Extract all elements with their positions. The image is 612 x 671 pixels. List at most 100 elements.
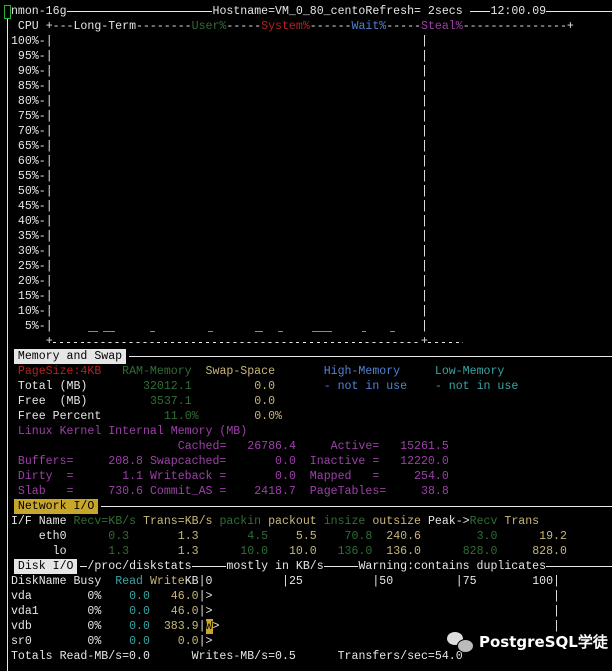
chart-border (421, 274, 428, 289)
cpu-chart-row: 90%- (0, 64, 612, 79)
disk-bar: |> (198, 635, 213, 648)
y-tick-label: 45%- (17, 200, 46, 213)
chart-border (46, 259, 53, 274)
col-header: I/F Name (10, 515, 67, 528)
chart-border (46, 94, 53, 109)
network-row: lo 1.3 1.3 10.0 10.0 136.0 136.0 828.0 8… (0, 544, 612, 559)
y-tick-label: 65%- (17, 140, 46, 153)
network-section-title[interactable]: Network I/O (13, 499, 99, 514)
high-memory-header: High-Memory (323, 365, 401, 378)
totals-writes: Writes-MB/s=0.5 (191, 650, 296, 663)
cpu-chart-row: 15%- (0, 289, 612, 304)
y-tick-label: 30%- (17, 245, 46, 258)
watermark-text: PostgreSQL学徒 (479, 633, 608, 651)
cpu-usage-mark (255, 331, 263, 332)
chart-border (46, 199, 53, 214)
row-label: Free (MB) (17, 395, 88, 408)
recv: 1.3 (108, 545, 130, 558)
col-header: KB|0 (184, 575, 213, 588)
legend-sep: ----- (386, 20, 421, 33)
chart-border (46, 109, 53, 124)
y-tick-label: 85%- (17, 80, 46, 93)
disk-busy: 0% (87, 635, 102, 648)
memory-section-header: Memory and Swap (0, 349, 612, 364)
chart-border (46, 64, 53, 79)
kernel-row: Cached= 26786.4 Active= 15261.5 (0, 439, 612, 454)
chart-border (421, 199, 428, 214)
network-headers: I/F Name Recv=KB/s Trans=KB/s packin pac… (0, 514, 612, 529)
chart-border (46, 289, 53, 304)
kernel-row: Dirty = 1.1 Writeback = 0.0 Mapped = 254… (0, 469, 612, 484)
watermark: PostgreSQL学徒 (447, 631, 608, 653)
cpu-chart-bottom-axis (0, 334, 612, 349)
swap-header: Swap-Space (205, 365, 276, 378)
disk-name: vda (10, 590, 32, 603)
interface-name: lo (52, 545, 67, 558)
y-tick-label: 5%- (24, 320, 46, 333)
memory-section-title[interactable]: Memory and Swap (13, 349, 127, 364)
axis-corner (46, 334, 53, 349)
swap-total: 0.0 (254, 380, 276, 393)
col-header: Trans (504, 515, 540, 528)
scale-mark: |75 (455, 575, 477, 588)
disk-bar-end: > (212, 620, 220, 633)
chart-border (421, 49, 428, 64)
scale-mark: 100| (532, 575, 560, 588)
scale-mark: |50 (372, 575, 394, 588)
disk-write: 383.9 (163, 620, 199, 633)
cpu-chart-row: 25%- (0, 259, 612, 274)
chart-border (46, 304, 53, 319)
memory-free-percent-row: Free Percent 11.0% 0.0% (0, 409, 612, 424)
chart-border (421, 94, 428, 109)
cpu-chart-row: 95%- (0, 49, 612, 64)
disk-bar: |> (198, 590, 213, 603)
axis-line (52, 334, 421, 349)
y-tick-label: 20%- (17, 275, 46, 288)
commit-label: Commit_AS = (149, 485, 227, 498)
totals-read: Totals Read-MB/s=0.0 (10, 650, 150, 663)
chart-border (421, 184, 428, 199)
disk-write: 46.0 (170, 590, 199, 603)
cpu-chart: 100%- 95%- 90%- 85%- 80%- 75%- 70%- 65%- 60%- 55%… (0, 34, 612, 334)
chart-border (46, 79, 53, 94)
active-value: 15261.5 (400, 440, 449, 453)
cpu-chart-row: 20%- (0, 274, 612, 289)
interface-name: eth0 (38, 530, 67, 543)
peak-recv: 3.0 (476, 530, 498, 543)
legend-wait: Wait% (351, 20, 387, 33)
cpu-chart-row: 35%- (0, 229, 612, 244)
swapcached-value: 0.0 (275, 455, 296, 468)
packin: 10.0 (240, 545, 269, 558)
cpu-usage-mark (208, 331, 213, 332)
y-tick-label: 90%- (17, 65, 46, 78)
active-label: Active= (330, 440, 380, 453)
dirty-label: Dirty = (17, 470, 74, 483)
ram-free: 3537.1 (149, 395, 192, 408)
refresh-rate: Refresh= 2secs (365, 5, 463, 18)
chart-border (421, 229, 428, 244)
cpu-chart-row: 30%- (0, 244, 612, 259)
chart-border (421, 259, 428, 274)
disk-busy: 0% (87, 590, 102, 603)
low-memory-status: - not in use (434, 380, 519, 393)
nmon-terminal[interactable]: nmon-16g Hostname=VM_0_80_cento Refresh=… (0, 0, 612, 671)
trans: 1.3 (177, 545, 199, 558)
legend-sep: ----- (226, 20, 262, 33)
divider (469, 11, 491, 12)
disk-section-header: Disk I/O /proc/diskstats mostly in KB/s … (0, 559, 612, 574)
axis-corner (421, 334, 428, 349)
chart-border (46, 184, 53, 199)
disk-read: 0.0 (129, 620, 150, 633)
disk-section-title[interactable]: Disk I/O (13, 559, 78, 574)
axis-line (427, 334, 463, 349)
swap-free: 0.0 (254, 395, 276, 408)
chart-border (421, 304, 428, 319)
cpu-chart-row: 70%- (0, 124, 612, 139)
divider (546, 11, 612, 12)
packout: 5.5 (295, 530, 317, 543)
col-header: Recv (469, 515, 498, 528)
ram-total: 32012.1 (143, 380, 192, 393)
y-tick-label: 80%- (17, 95, 46, 108)
col-header: Trans=KB/s (143, 515, 213, 528)
cpu-usage-mark (362, 331, 366, 332)
